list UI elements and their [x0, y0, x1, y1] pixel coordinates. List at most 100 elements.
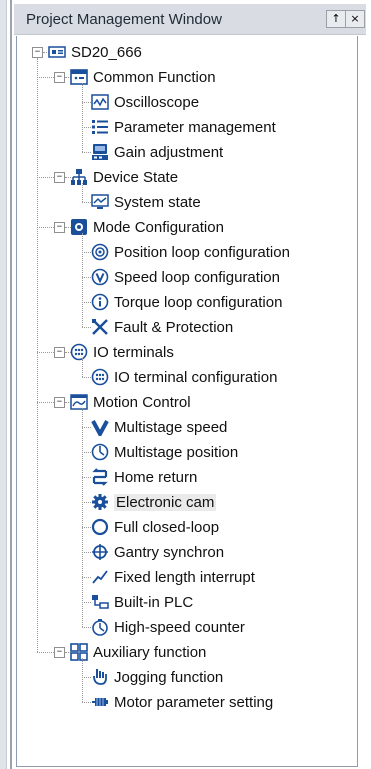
leaf-connector [82, 277, 91, 278]
multistage-speed-icon [91, 418, 109, 436]
tree-item-4-1-label: Multistage position [114, 443, 239, 461]
tree-item-2-2-label: Torque loop configuration [114, 293, 283, 311]
tree-group-3-label: IO terminals [93, 343, 174, 361]
counter-icon [91, 618, 109, 636]
tree-group-2-label: Mode Configuration [93, 218, 224, 236]
network-icon [70, 168, 88, 186]
tree-group-5[interactable]: Auxiliary function [70, 640, 206, 664]
tree-item-2-1[interactable]: Speed loop configuration [91, 265, 280, 289]
tree-group-4-label: Motion Control [93, 393, 191, 411]
tree-group-0[interactable]: Common Function [70, 65, 216, 89]
tree-item-0-0[interactable]: Oscilloscope [91, 90, 199, 114]
tree-item-4-3[interactable]: Electronic cam [91, 490, 217, 514]
group-branch-line [82, 83, 83, 152]
fault-protection-icon [91, 318, 109, 336]
fixed-length-icon [91, 568, 109, 586]
tree-item-0-0-label: Oscilloscope [114, 93, 200, 111]
root-to-group-connector [37, 177, 54, 178]
tree-group-4[interactable]: Motion Control [70, 390, 191, 414]
leaf-connector [82, 702, 91, 703]
tree-item-4-2-label: Home return [114, 468, 198, 486]
tree-item-2-0[interactable]: Position loop configuration [91, 240, 290, 264]
group-toggle-2[interactable]: − [54, 222, 65, 233]
tree-item-2-0-label: Position loop configuration [114, 243, 290, 261]
jogging-icon [91, 668, 109, 686]
left-frame-divider [10, 0, 12, 769]
tree-item-2-3[interactable]: Fault & Protection [91, 315, 233, 339]
tree-item-2-2[interactable]: Torque loop configuration [91, 290, 282, 314]
torque-loop-icon [91, 293, 109, 311]
group-branch-line [82, 183, 83, 202]
tree-item-4-4[interactable]: Full closed-loop [91, 515, 219, 539]
leaf-connector [82, 627, 91, 628]
tree-item-4-4-label: Full closed-loop [114, 518, 220, 536]
leaf-connector [82, 327, 91, 328]
tree-item-4-8[interactable]: High-speed counter [91, 615, 245, 639]
tree-item-4-6-label: Fixed length interrupt [114, 568, 255, 586]
root-branch-line [37, 58, 38, 652]
tree-item-3-0-label: IO terminal configuration [114, 368, 278, 386]
group-branch-line [82, 358, 83, 377]
group-toggle-5[interactable]: − [54, 647, 65, 658]
tree-item-0-1-label: Parameter management [114, 118, 276, 136]
auxiliary-icon [70, 643, 88, 661]
leaf-connector [82, 302, 91, 303]
group-toggle-4[interactable]: − [54, 397, 65, 408]
tree-item-4-0[interactable]: Multistage speed [91, 415, 227, 439]
tree-root-node[interactable]: SD20_666 [48, 40, 142, 64]
tree-item-4-7[interactable]: Built-in PLC [91, 590, 193, 614]
group-branch-line [82, 233, 83, 327]
tree-group-1[interactable]: Device State [70, 165, 178, 189]
tree-item-4-6[interactable]: Fixed length interrupt [91, 565, 255, 589]
group-toggle-0[interactable]: − [54, 72, 65, 83]
system-state-icon [91, 193, 109, 211]
root-to-group-connector [37, 352, 54, 353]
tree-item-0-1[interactable]: Parameter management [91, 115, 276, 139]
leaf-connector [82, 252, 91, 253]
motor-icon [91, 693, 109, 711]
root-collapse-toggle[interactable]: − [32, 47, 43, 58]
group-toggle-1[interactable]: − [54, 172, 65, 183]
tree-item-1-0[interactable]: System state [91, 190, 201, 214]
leaf-connector [82, 452, 91, 453]
panel-titlebar: Project Management Window ↑ × [14, 4, 366, 35]
group-branch-line [82, 408, 83, 627]
tree-item-4-3-label: Electronic cam [114, 493, 217, 511]
left-frame-bar [0, 0, 7, 769]
leaf-connector [82, 552, 91, 553]
closed-loop-icon [91, 518, 109, 536]
pin-button[interactable]: ↑ [326, 10, 346, 28]
tree-item-4-0-label: Multistage speed [114, 418, 228, 436]
list-icon [91, 118, 109, 136]
tree-item-5-0[interactable]: Jogging function [91, 665, 223, 689]
gear-icon [91, 493, 109, 511]
tree-group-5-label: Auxiliary function [93, 643, 207, 661]
close-button[interactable]: × [345, 10, 365, 28]
position-loop-icon [91, 243, 109, 261]
tree-item-3-0[interactable]: IO terminal configuration [91, 365, 277, 389]
tree-item-4-5-label: Gantry synchron [114, 543, 225, 561]
group-toggle-3[interactable]: − [54, 347, 65, 358]
leaf-connector [82, 527, 91, 528]
tree-item-0-2[interactable]: Gain adjustment [91, 140, 223, 164]
leaf-connector [82, 202, 91, 203]
root-to-group-connector [37, 402, 54, 403]
gain-icon [91, 143, 109, 161]
home-return-icon [91, 468, 109, 486]
leaf-connector [82, 502, 91, 503]
leaf-connector [82, 427, 91, 428]
leaf-connector [82, 127, 91, 128]
tree-group-1-label: Device State [93, 168, 179, 186]
tree-item-4-5[interactable]: Gantry synchron [91, 540, 224, 564]
tree-item-4-1[interactable]: Multistage position [91, 440, 238, 464]
tree-item-5-1[interactable]: Motor parameter setting [91, 690, 273, 714]
io-terminal-icon [91, 368, 109, 386]
tree-item-0-2-label: Gain adjustment [114, 143, 224, 161]
tree-item-4-2[interactable]: Home return [91, 465, 197, 489]
tree-group-2[interactable]: Mode Configuration [70, 215, 224, 239]
group-branch-line [82, 658, 83, 702]
tree-group-3[interactable]: IO terminals [70, 340, 174, 364]
oscilloscope-icon [91, 93, 109, 111]
tree-group-0-label: Common Function [93, 68, 216, 86]
leaf-connector [82, 577, 91, 578]
